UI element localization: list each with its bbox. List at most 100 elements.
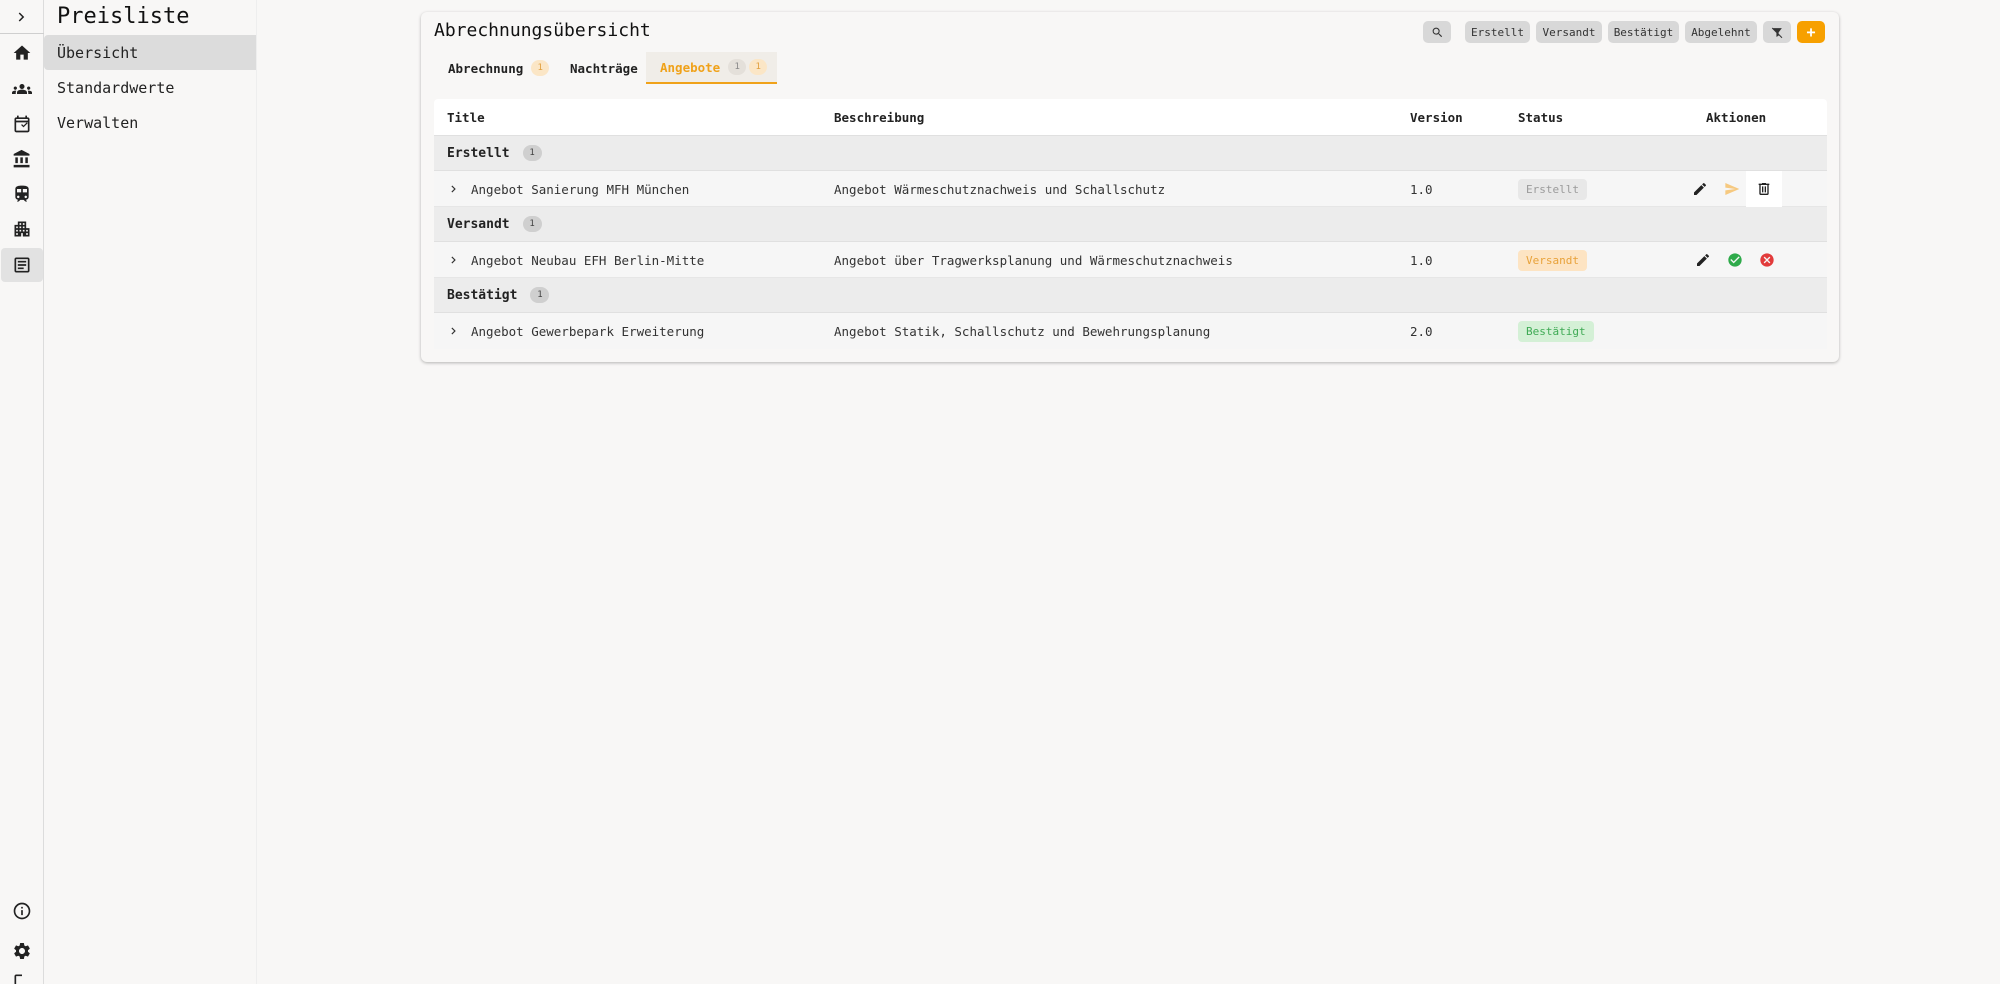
- logout-icon: [14, 974, 22, 984]
- status-cell: Versandt: [1518, 242, 1587, 278]
- table-row[interactable]: Angebot Gewerbepark Erweiterung Angebot …: [434, 313, 1827, 349]
- icon-rail: [0, 0, 44, 984]
- subnav-item-label: Übersicht: [57, 43, 139, 62]
- reject-icon: [1760, 253, 1774, 267]
- tab-count-badge: 1: [728, 59, 747, 75]
- calendar-icon: [14, 115, 30, 133]
- status-badge: Bestätigt: [1518, 320, 1594, 342]
- status-badge: Erstellt: [1518, 178, 1587, 200]
- filter-versandt-button[interactable]: Versandt: [1536, 21, 1602, 43]
- row-version: 1.0: [1410, 181, 1433, 197]
- status-cell: Bestätigt: [1518, 313, 1594, 349]
- rail-logout-button[interactable]: [1, 970, 43, 984]
- reject-button[interactable]: [1749, 242, 1785, 278]
- edit-button[interactable]: [1682, 171, 1718, 207]
- group-count-badge: 1: [530, 287, 550, 303]
- subnav-item-label: Verwalten: [57, 113, 139, 132]
- row-title: Angebot Neubau EFH Berlin-Mitte: [471, 252, 705, 268]
- search-button[interactable]: [1423, 21, 1451, 43]
- tab-label: Abrechnung: [448, 60, 524, 76]
- tab-label: Nachträge: [570, 60, 638, 76]
- filter-abgelehnt-button[interactable]: Abgelehnt: [1685, 21, 1757, 43]
- table-row[interactable]: Angebot Sanierung MFH München Angebot Wä…: [434, 171, 1827, 207]
- rail-bank-button[interactable]: [1, 142, 43, 176]
- search-icon: [1432, 27, 1442, 37]
- send-icon: [1725, 183, 1740, 195]
- rail-pricelist-button[interactable]: [1, 248, 43, 282]
- rail-calendar-button[interactable]: [1, 107, 43, 141]
- row-version: 2.0: [1410, 323, 1433, 339]
- column-header-version[interactable]: Version: [1410, 99, 1463, 136]
- row-title: Angebot Gewerbepark Erweiterung: [471, 323, 705, 339]
- chevron-right-icon: [451, 327, 456, 335]
- group-icon: [12, 84, 32, 94]
- rail-info-button[interactable]: [1, 894, 43, 928]
- expand-row-button[interactable]: [447, 171, 461, 207]
- filter-off-icon: [1771, 27, 1782, 38]
- sub-navigation: Preisliste Übersicht Standardwerte Verwa…: [44, 0, 256, 984]
- delete-button[interactable]: [1746, 171, 1782, 207]
- subnav-item-standardwerte[interactable]: Standardwerte: [44, 70, 256, 105]
- group-count-badge: 1: [522, 216, 542, 232]
- subnav-title: Preisliste: [57, 4, 190, 29]
- status-cell: Erstellt: [1518, 171, 1587, 207]
- rail-train-button[interactable]: [1, 177, 43, 211]
- column-header-description[interactable]: Beschreibung: [834, 99, 924, 136]
- tab-label: Angebote: [660, 59, 721, 75]
- row-description: Angebot Wärmeschutznachweis und Schallsc…: [834, 181, 1166, 197]
- home-icon: [13, 45, 31, 60]
- group-count-badge: 1: [522, 145, 542, 161]
- status-badge: Versandt: [1518, 249, 1587, 271]
- column-header-title[interactable]: Title: [447, 99, 485, 136]
- add-button[interactable]: +: [1797, 21, 1825, 43]
- chevron-right-icon: [451, 185, 456, 193]
- group-label: Versandt: [447, 216, 510, 232]
- edit-icon: [1697, 253, 1710, 266]
- expand-row-button[interactable]: [447, 313, 461, 349]
- bank-icon: [13, 149, 30, 168]
- group-row-bestaetigt[interactable]: Bestätigt 1: [434, 278, 1827, 313]
- row-version: 1.0: [1410, 252, 1433, 268]
- rail-people-button[interactable]: [1, 72, 43, 106]
- subnav-item-uebersicht[interactable]: Übersicht: [44, 35, 256, 70]
- tab-nachtraege[interactable]: Nachträge: [556, 52, 652, 84]
- filter-erstellt-button[interactable]: Erstellt: [1465, 21, 1530, 43]
- expand-row-button[interactable]: [447, 242, 461, 278]
- tab-count-badge: 1: [749, 59, 768, 75]
- buildings-icon: [14, 221, 30, 237]
- rail-buildings-button[interactable]: [1, 212, 43, 246]
- train-icon: [15, 185, 29, 202]
- info-icon: [13, 902, 31, 920]
- chevron-right-icon: [451, 256, 456, 264]
- rail-settings-button[interactable]: [1, 934, 43, 968]
- gear-icon: [14, 943, 30, 959]
- chevron-right-icon: [18, 12, 25, 21]
- tab-angebote[interactable]: Angebote 1 1: [646, 52, 777, 84]
- page-title: Abrechnungsübersicht: [434, 20, 651, 41]
- approve-button[interactable]: [1717, 242, 1753, 278]
- send-button[interactable]: [1714, 171, 1750, 207]
- table-row[interactable]: Angebot Neubau EFH Berlin-Mitte Angebot …: [434, 242, 1827, 278]
- edit-button[interactable]: [1685, 242, 1721, 278]
- column-header-status[interactable]: Status: [1518, 99, 1563, 136]
- rail-home-button[interactable]: [1, 36, 43, 70]
- approve-icon: [1728, 253, 1742, 267]
- billing-overview-card: Abrechnungsübersicht Erstellt Versandt B…: [421, 12, 1839, 362]
- expand-rail-button[interactable]: [0, 0, 44, 34]
- clear-filter-button[interactable]: [1763, 21, 1791, 43]
- subnav-item-verwalten[interactable]: Verwalten: [44, 105, 256, 140]
- edit-icon: [1694, 182, 1707, 195]
- group-row-erstellt[interactable]: Erstellt 1: [434, 136, 1827, 171]
- group-label: Erstellt: [447, 145, 510, 161]
- group-row-versandt[interactable]: Versandt 1: [434, 207, 1827, 242]
- offers-table: Title Beschreibung Version Status Aktion…: [434, 99, 1827, 349]
- subnav-item-label: Standardwerte: [57, 78, 175, 97]
- row-description: Angebot über Tragwerksplanung und Wärmes…: [834, 252, 1233, 268]
- tab-abrechnung[interactable]: Abrechnung 1: [434, 52, 563, 84]
- row-description: Angebot Statik, Schallschutz und Bewehru…: [834, 323, 1211, 339]
- table-header: Title Beschreibung Version Status Aktion…: [434, 99, 1827, 136]
- receipt-icon: [14, 257, 30, 273]
- tab-count-badge: 1: [531, 60, 550, 76]
- delete-icon: [1758, 183, 1770, 195]
- filter-bestaetigt-button[interactable]: Bestätigt: [1608, 21, 1679, 43]
